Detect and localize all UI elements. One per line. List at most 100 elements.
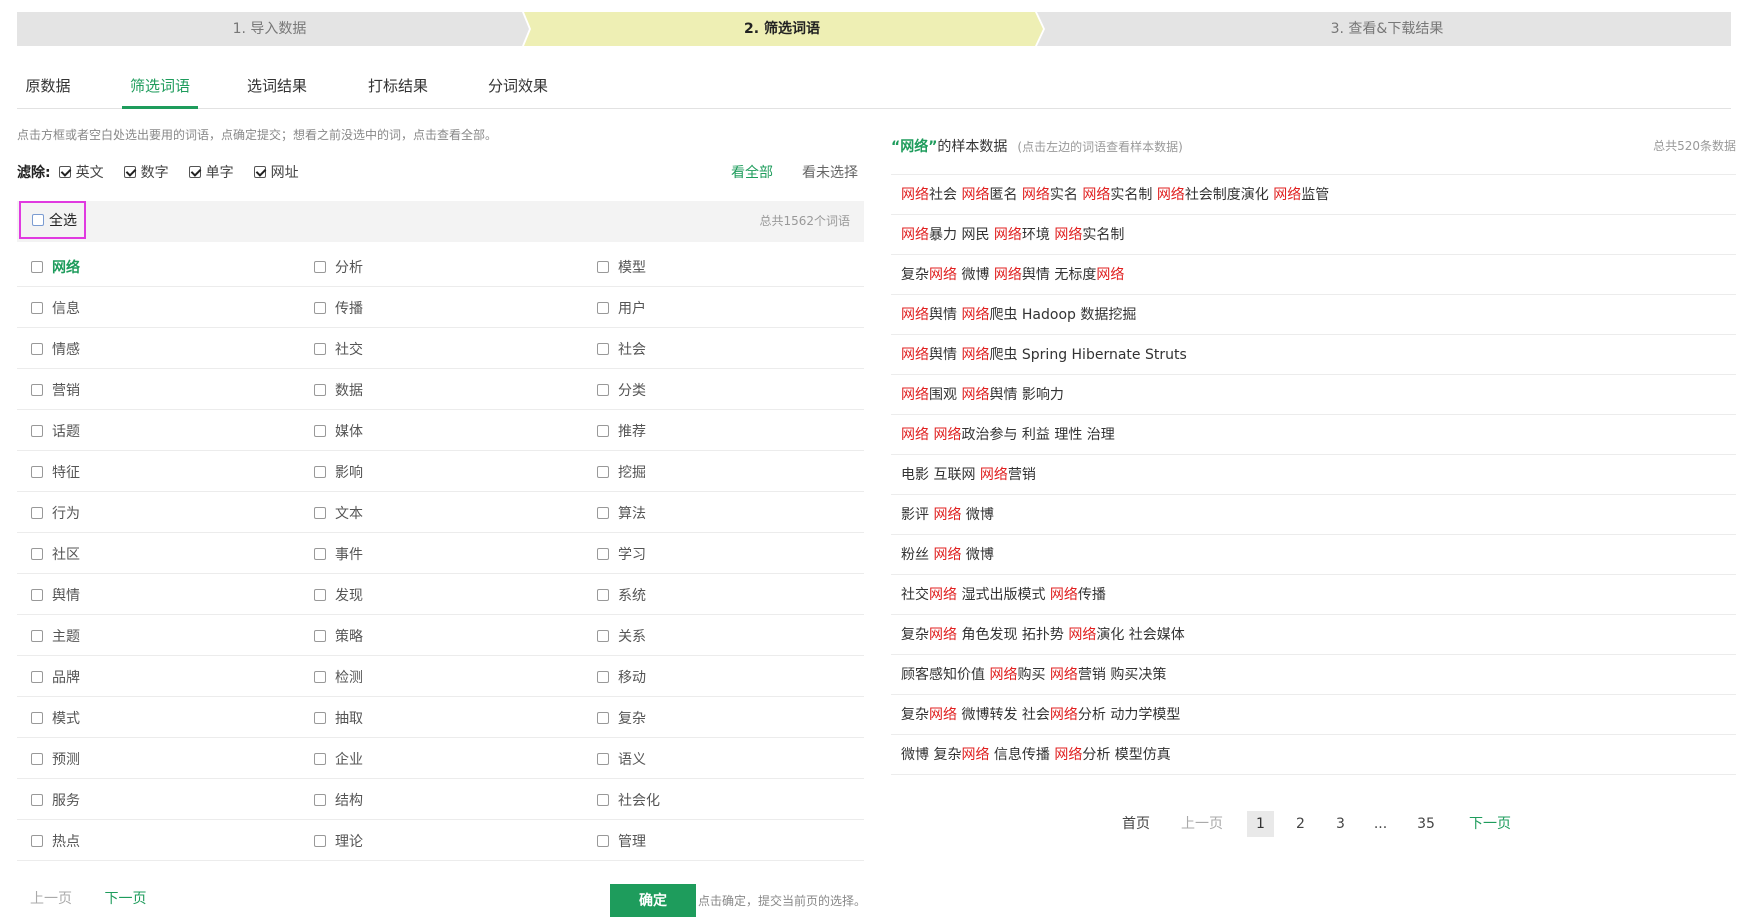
word-item[interactable]: 行为 [31, 492, 80, 533]
tab-filter-words[interactable]: 筛选词语 [122, 66, 198, 109]
checkbox-icon[interactable] [31, 588, 43, 601]
word-item[interactable]: 复杂 [597, 697, 646, 738]
checkbox-icon[interactable] [32, 214, 44, 226]
confirm-button[interactable]: 确定 [610, 884, 696, 917]
checkbox-icon[interactable] [31, 834, 43, 847]
checkbox-icon[interactable] [31, 506, 43, 519]
checkbox-icon[interactable] [597, 506, 609, 519]
word-item[interactable]: 理论 [314, 820, 363, 861]
word-item[interactable]: 信息 [31, 287, 80, 328]
word-item[interactable]: 服务 [31, 779, 80, 820]
checkbox-icon[interactable] [314, 752, 326, 765]
tab-tagging-results[interactable]: 打标结果 [367, 66, 429, 109]
checkbox-icon[interactable] [31, 383, 43, 396]
word-item[interactable]: 分析 [314, 246, 363, 287]
checkbox-icon[interactable] [31, 342, 43, 355]
checkbox-icon[interactable] [31, 465, 43, 478]
word-item[interactable]: 推荐 [597, 410, 646, 451]
pager-prev[interactable]: 上一页 [1174, 811, 1230, 837]
word-item[interactable]: 主题 [31, 615, 80, 656]
checkbox-icon[interactable] [597, 383, 609, 396]
pager-page-1[interactable]: 1 [1247, 811, 1274, 837]
word-item[interactable]: 管理 [597, 820, 646, 861]
word-item[interactable]: 关系 [597, 615, 646, 656]
checkbox-icon[interactable] [597, 301, 609, 314]
checkbox-icon[interactable] [58, 166, 71, 178]
checkbox-icon[interactable] [188, 166, 201, 178]
checkbox-icon[interactable] [597, 342, 609, 355]
checkbox-icon[interactable] [314, 506, 326, 519]
checkbox-icon[interactable] [314, 629, 326, 642]
word-item[interactable]: 特征 [31, 451, 80, 492]
word-item[interactable]: 抽取 [314, 697, 363, 738]
checkbox-icon[interactable] [31, 711, 43, 724]
checkbox-icon[interactable] [597, 424, 609, 437]
checkbox-icon[interactable] [597, 752, 609, 765]
checkbox-icon[interactable] [314, 465, 326, 478]
word-item[interactable]: 话题 [31, 410, 80, 451]
checkbox-icon[interactable] [123, 166, 136, 178]
checkbox-icon[interactable] [314, 670, 326, 683]
checkbox-icon[interactable] [314, 383, 326, 396]
word-item[interactable]: 社会化 [597, 779, 660, 820]
checkbox-icon[interactable] [597, 670, 609, 683]
view-all-link[interactable]: 看全部 [731, 162, 773, 182]
filter-single-char[interactable]: 单字 [188, 162, 234, 182]
filter-numbers[interactable]: 数字 [123, 162, 169, 182]
tab-segmentation-effect[interactable]: 分词效果 [487, 66, 549, 109]
checkbox-icon[interactable] [31, 424, 43, 437]
checkbox-icon[interactable] [31, 629, 43, 642]
word-item[interactable]: 情感 [31, 328, 80, 369]
word-item[interactable]: 策略 [314, 615, 363, 656]
word-item[interactable]: 检测 [314, 656, 363, 697]
word-item[interactable]: 挖掘 [597, 451, 646, 492]
word-item[interactable]: 事件 [314, 533, 363, 574]
word-item[interactable]: 用户 [597, 287, 646, 328]
pager-page-35[interactable]: 35 [1408, 811, 1444, 837]
word-item[interactable]: 传播 [314, 287, 363, 328]
checkbox-icon[interactable] [31, 752, 43, 765]
tab-raw-data[interactable]: 原数据 [25, 66, 71, 109]
checkbox-icon[interactable] [597, 260, 609, 273]
checkbox-icon[interactable] [314, 547, 326, 560]
checkbox-icon[interactable] [314, 260, 326, 273]
word-item[interactable]: 分类 [597, 369, 646, 410]
word-item[interactable]: 结构 [314, 779, 363, 820]
checkbox-icon[interactable] [597, 588, 609, 601]
checkbox-icon[interactable] [314, 424, 326, 437]
word-item[interactable]: 文本 [314, 492, 363, 533]
word-item[interactable]: 算法 [597, 492, 646, 533]
word-item[interactable]: 模式 [31, 697, 80, 738]
word-item[interactable]: 数据 [314, 369, 363, 410]
pager-page-2[interactable]: 2 [1287, 811, 1314, 837]
checkbox-icon[interactable] [314, 711, 326, 724]
word-item[interactable]: 发现 [314, 574, 363, 615]
word-item[interactable]: 媒体 [314, 410, 363, 451]
checkbox-icon[interactable] [31, 547, 43, 560]
checkbox-icon[interactable] [31, 793, 43, 806]
word-item[interactable]: 语义 [597, 738, 646, 779]
word-item[interactable]: 企业 [314, 738, 363, 779]
pager-page-3[interactable]: 3 [1327, 811, 1354, 837]
select-all-checkbox[interactable]: 全选 [19, 201, 86, 239]
checkbox-icon[interactable] [253, 166, 266, 178]
checkbox-icon[interactable] [314, 834, 326, 847]
view-unselected-link[interactable]: 看未选择 [802, 162, 858, 182]
checkbox-icon[interactable] [314, 301, 326, 314]
word-item[interactable]: 社会 [597, 328, 646, 369]
checkbox-icon[interactable] [597, 629, 609, 642]
word-item[interactable]: 网络 [31, 246, 80, 287]
word-item[interactable]: 营销 [31, 369, 80, 410]
checkbox-icon[interactable] [597, 834, 609, 847]
word-item[interactable]: 社交 [314, 328, 363, 369]
pager-next[interactable]: 下一页 [1462, 811, 1518, 837]
checkbox-icon[interactable] [597, 793, 609, 806]
word-item[interactable]: 移动 [597, 656, 646, 697]
checkbox-icon[interactable] [597, 547, 609, 560]
word-item[interactable]: 学习 [597, 533, 646, 574]
checkbox-icon[interactable] [31, 301, 43, 314]
word-item[interactable]: 舆情 [31, 574, 80, 615]
word-item[interactable]: 影响 [314, 451, 363, 492]
filter-url[interactable]: 网址 [253, 162, 299, 182]
word-item[interactable]: 热点 [31, 820, 80, 861]
